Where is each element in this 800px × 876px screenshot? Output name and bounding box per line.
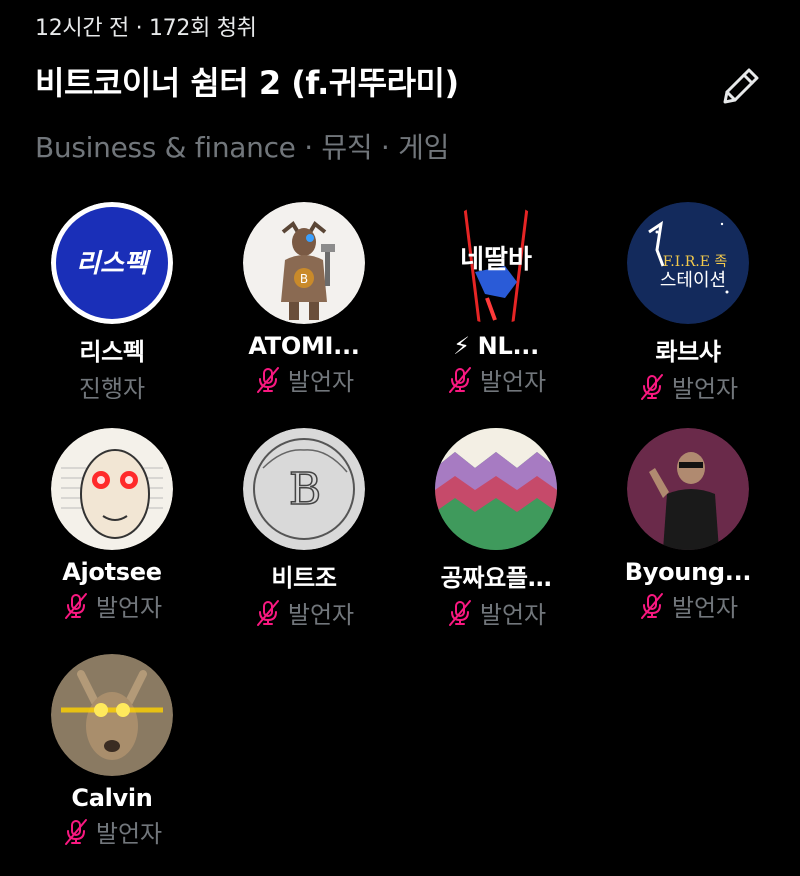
svg-text:리스펙: 리스펙	[76, 249, 152, 279]
muted-mic-icon	[256, 366, 279, 393]
muted-mic-icon	[448, 599, 471, 626]
role-row: 발언자	[254, 362, 354, 397]
avatar	[51, 654, 173, 776]
role-row: 발언자	[62, 814, 162, 849]
edit-button[interactable]	[713, 58, 769, 114]
svg-text:F.I.R.E 족: F.I.R.E 족	[663, 254, 728, 270]
participant-card[interactable]: Ajotsee 발언자	[16, 428, 208, 654]
participant-role: 진행자	[78, 375, 146, 403]
participant-card[interactable]: 공짜요플… 발언자	[400, 428, 592, 654]
role-row: 발언자	[446, 595, 546, 630]
space-meta: 12시간 전 · 172회 청취	[35, 16, 257, 41]
avatar	[627, 428, 749, 550]
participant-name: 비트조	[271, 564, 337, 592]
role-row: 발언자	[254, 595, 354, 630]
participant-name: Byoung...	[624, 558, 752, 586]
participant-name: Ajotsee	[62, 558, 162, 586]
muted-mic-icon	[448, 366, 471, 393]
participant-card[interactable]: 네딸바 ⚡ NL... 발언자	[400, 202, 592, 428]
muted-mic-icon	[256, 599, 279, 626]
participant-name: ⚡ NL...	[453, 332, 539, 360]
avatar: B	[243, 202, 365, 324]
participant-card[interactable]: Byoung... 발언자	[592, 428, 784, 654]
muted-mic-icon	[640, 373, 663, 400]
participant-name: ATOMI...	[248, 332, 360, 360]
participants-grid: 리스펙 리스펙 진행자 B ATOMI... 발언자 네딸바 ⚡ NL... 발…	[16, 202, 784, 876]
role-row: 발언자	[638, 588, 738, 623]
svg-text:B: B	[300, 272, 308, 286]
muted-mic-icon	[64, 592, 87, 619]
svg-text:네딸바: 네딸바	[460, 245, 532, 275]
participant-card[interactable]: Calvin 발언자	[16, 654, 208, 876]
participant-name: 리스펙	[79, 338, 145, 366]
pencil-icon	[723, 68, 759, 104]
participant-role: 발언자	[95, 820, 163, 848]
role-row: 발언자	[638, 369, 738, 404]
participant-role: 발언자	[479, 601, 547, 629]
svg-text:스테이션: 스테이션	[660, 270, 726, 291]
participant-role: 발언자	[671, 375, 739, 403]
avatar: B	[243, 428, 365, 550]
avatar: 리스펙	[51, 202, 173, 324]
participant-role: 발언자	[287, 368, 355, 396]
space-title: 비트코이너 쉼터 2 (f.귀뚜라미)	[35, 64, 459, 102]
participant-card[interactable]: B ATOMI... 발언자	[208, 202, 400, 428]
participant-card[interactable]: B 비트조 발언자	[208, 428, 400, 654]
avatar	[51, 428, 173, 550]
svg-text:B: B	[289, 464, 321, 515]
participant-name: 공짜요플…	[440, 564, 552, 592]
participant-name: Calvin	[71, 784, 153, 812]
participant-role: 발언자	[95, 594, 163, 622]
avatar	[435, 428, 557, 550]
participant-role: 발언자	[287, 601, 355, 629]
avatar: 네딸바	[435, 202, 557, 324]
role-row: 진행자	[79, 369, 145, 404]
muted-mic-icon	[64, 818, 87, 845]
participant-card[interactable]: F.I.R.E 족 스테이션 롸브샤 발언자	[592, 202, 784, 428]
space-topics: Business & finance · 뮤직 · 게임	[35, 131, 450, 164]
participant-role: 발언자	[479, 368, 547, 396]
muted-mic-icon	[640, 592, 663, 619]
role-row: 발언자	[62, 588, 162, 623]
participant-card[interactable]: 리스펙 리스펙 진행자	[16, 202, 208, 428]
participant-name: 롸브샤	[655, 338, 721, 366]
role-row: 발언자	[446, 362, 546, 397]
avatar: F.I.R.E 족 스테이션	[627, 202, 749, 324]
participant-role: 발언자	[671, 594, 739, 622]
